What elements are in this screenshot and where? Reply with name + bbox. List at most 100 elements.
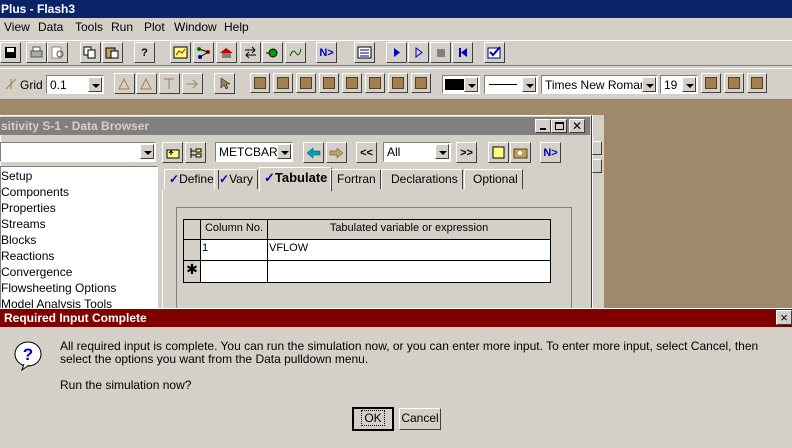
stop-icon[interactable] [430, 42, 451, 63]
utility-icon[interactable] [262, 42, 283, 63]
tab-define[interactable]: ✓Define [164, 169, 219, 189]
nav-blocks[interactable]: Blocks [1, 233, 36, 247]
browser-next-icon[interactable]: N> [540, 142, 561, 163]
next-icon[interactable]: N> [316, 42, 337, 63]
pointer-icon[interactable] [214, 73, 235, 94]
save-icon[interactable] [0, 42, 21, 63]
align-center-icon[interactable] [136, 73, 157, 94]
font-size-dropdown-icon[interactable] [682, 77, 696, 92]
print-preview-icon[interactable] [47, 42, 68, 63]
align-left-icon[interactable] [114, 73, 135, 94]
tab-declarations[interactable]: Declarations [381, 169, 463, 189]
block-dropdown-icon[interactable] [277, 144, 291, 159]
flowsheet-icon[interactable] [193, 42, 214, 63]
calculator-icon[interactable] [285, 42, 306, 63]
dialog-close-button[interactable]: × [776, 310, 792, 325]
align-right-icon[interactable] [182, 73, 203, 94]
color-combo[interactable] [442, 75, 480, 94]
scroll-up-button[interactable] [592, 141, 602, 155]
bold-tool-icon[interactable] [701, 73, 721, 93]
tree-path-dropdown-icon[interactable] [140, 144, 154, 159]
line-style-dropdown-icon[interactable] [522, 77, 536, 92]
scroll-down-button[interactable] [592, 159, 602, 173]
step-icon[interactable] [408, 42, 429, 63]
menu-data[interactable]: Data [38, 20, 63, 34]
tree-path-combo[interactable] [0, 142, 156, 162]
status-icon[interactable] [510, 142, 531, 163]
folder-up-icon[interactable] [162, 142, 183, 163]
italic-tool-icon[interactable] [724, 73, 744, 93]
close-button[interactable]: ✕ [569, 119, 585, 133]
minimize-button[interactable] [535, 119, 551, 133]
menu-tools[interactable]: Tools [75, 20, 103, 34]
shape-tool-3-icon[interactable] [296, 73, 316, 93]
filter-combo[interactable]: All [383, 142, 451, 162]
nav-streams[interactable]: Streams [1, 217, 46, 231]
grid-dropdown-icon[interactable] [88, 77, 102, 92]
font-size-combo[interactable]: 19 [660, 75, 698, 94]
next-glyph: N> [319, 46, 334, 59]
menu-view[interactable]: View [4, 20, 30, 34]
cancel-button[interactable]: Cancel [399, 408, 441, 430]
next-form-icon[interactable] [326, 142, 347, 163]
run-icon[interactable] [386, 42, 407, 63]
check-results-icon[interactable] [484, 42, 505, 63]
menu-window[interactable]: Window [174, 20, 217, 34]
print-icon[interactable] [26, 42, 47, 63]
menu-run[interactable]: Run [111, 20, 133, 34]
control-panel-icon[interactable] [354, 42, 375, 63]
new-row-expression[interactable] [268, 261, 551, 283]
previous-sheet-icon[interactable]: << [356, 142, 377, 163]
nav-flowsheeting-options[interactable]: Flowsheeting Options [1, 281, 116, 295]
nav-convergence[interactable]: Convergence [1, 265, 72, 279]
context-help-icon[interactable]: ? [134, 42, 155, 63]
shape-tool-8-icon[interactable] [411, 73, 431, 93]
shape-tool-4-icon[interactable] [319, 73, 339, 93]
shape-tool-6-icon[interactable] [365, 73, 385, 93]
shape-tool-7-icon[interactable] [388, 73, 408, 93]
font-name-dropdown-icon[interactable] [642, 77, 656, 92]
menu-help[interactable]: Help [224, 20, 249, 34]
tab-tabulate[interactable]: ✓Tabulate [259, 167, 333, 191]
menu-plot[interactable]: Plot [144, 20, 165, 34]
paste-icon[interactable] [102, 42, 123, 63]
previous-form-icon[interactable] [303, 142, 324, 163]
row-1-column-no-value: 1 [202, 242, 209, 254]
filter-dropdown-icon[interactable] [435, 144, 449, 159]
snap-icon[interactable] [0, 73, 21, 94]
tab-optional[interactable]: Optional [464, 169, 523, 189]
nav-properties[interactable]: Properties [1, 201, 56, 215]
shape-tool-2-icon[interactable] [273, 73, 293, 93]
grid-label: Grid [20, 78, 43, 92]
row-1-selector[interactable] [184, 240, 201, 261]
tab-fortran[interactable]: Fortran [330, 169, 381, 189]
shape-tool-1-icon[interactable] [250, 73, 270, 93]
block-combo[interactable]: METCBAR [215, 142, 293, 162]
nav-setup[interactable]: Setup [1, 169, 32, 183]
align-top-icon[interactable] [159, 73, 180, 94]
dialog-question: Run the simulation now? [60, 378, 192, 392]
nav-components[interactable]: Components [1, 185, 69, 199]
nav-reactions[interactable]: Reactions [1, 249, 54, 263]
next-sheet-icon[interactable]: >> [456, 142, 477, 163]
row-1-column-no[interactable]: 1 [201, 240, 268, 261]
line-style-combo[interactable] [484, 75, 538, 94]
new-row-column-no[interactable] [201, 261, 268, 283]
row-1-expression[interactable]: VFLOW [268, 240, 551, 261]
copy-icon[interactable] [80, 42, 101, 63]
tab-vary[interactable]: ✓Vary [214, 169, 258, 189]
data-browser-icon[interactable] [170, 42, 191, 63]
grid-combo[interactable]: 0.1 [46, 75, 104, 94]
ok-button[interactable]: OK [352, 407, 394, 431]
font-name-combo[interactable]: Times New Roman [541, 75, 658, 94]
new-row-selector[interactable]: ✱ [184, 261, 201, 283]
stream-icon[interactable] [240, 42, 261, 63]
model-library-icon[interactable] [216, 42, 237, 63]
notes-icon[interactable] [488, 142, 509, 163]
color-dropdown-icon[interactable] [464, 77, 478, 92]
tree-view-icon[interactable] [185, 142, 206, 163]
maximize-button[interactable] [551, 119, 567, 133]
shape-tool-5-icon[interactable] [342, 73, 362, 93]
underline-tool-icon[interactable] [747, 73, 767, 93]
reinitialize-icon[interactable] [452, 42, 473, 63]
